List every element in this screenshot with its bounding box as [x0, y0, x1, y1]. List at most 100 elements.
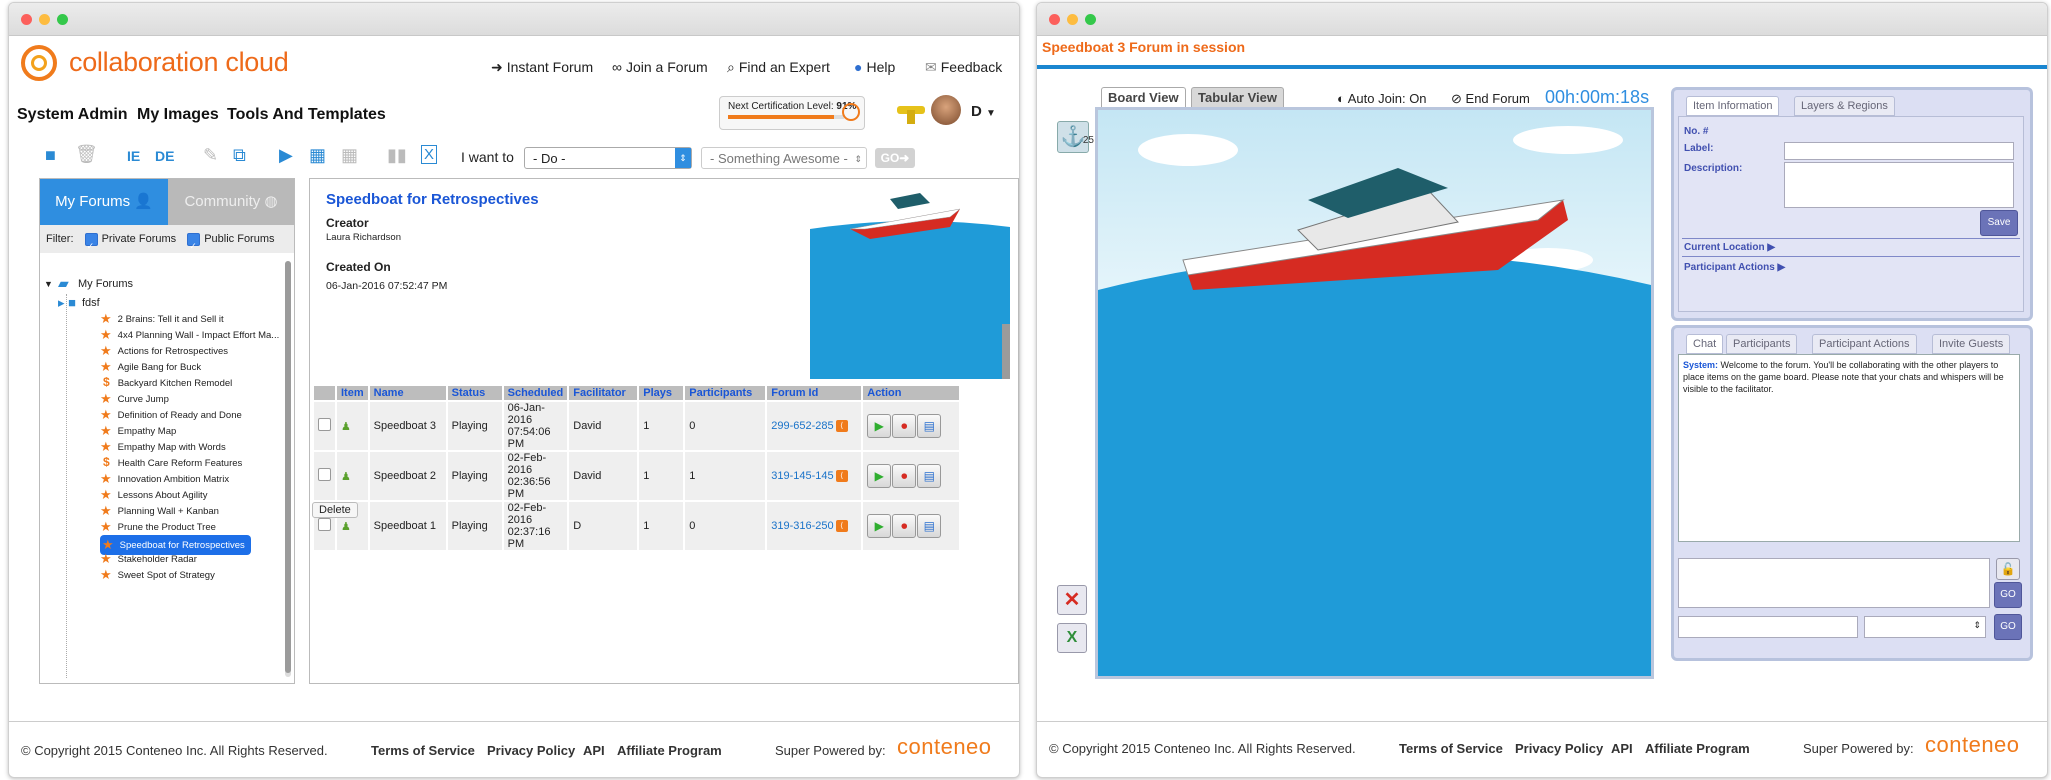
maximize-window-button[interactable]	[1085, 14, 1096, 25]
current-location-toggle[interactable]: Current Location ▶	[1684, 242, 1775, 253]
go-button[interactable]: GO➜	[875, 148, 915, 168]
avatar[interactable]	[931, 95, 961, 125]
tree-item[interactable]: ★ Actions for Retrospectives	[100, 343, 228, 359]
user-menu[interactable]: D ▼	[971, 103, 996, 120]
tree-item[interactable]: $ Health Care Reform Features	[100, 455, 242, 469]
tree-item[interactable]: $ Backyard Kitchen Remodel	[100, 375, 232, 389]
tree-item[interactable]: ★ Curve Jump	[100, 391, 169, 407]
schedule-icon[interactable]: ▦	[341, 145, 358, 166]
tree-item[interactable]: ★ Innovation Ambition Matrix	[100, 471, 229, 487]
play-button[interactable]: ▶	[867, 464, 892, 488]
footer-api-link[interactable]: API	[1611, 741, 1633, 756]
tab-item-information[interactable]: Item Information	[1686, 96, 1780, 116]
tree-item[interactable]: ★ Planning Wall + Kanban	[100, 503, 219, 519]
lock-icon[interactable]: 🔓	[1996, 558, 2020, 580]
stop-button[interactable]: ⏺	[892, 464, 917, 488]
do-select[interactable]: - Do - ⇕	[524, 147, 692, 169]
feedback-link[interactable]: ✉ Feedback	[925, 59, 1002, 76]
item-label-input[interactable]	[1784, 142, 2014, 160]
item-description-input[interactable]	[1784, 162, 2014, 208]
tree-item[interactable]: ★ Lessons About Agility	[100, 487, 207, 503]
export-button[interactable]: DE	[155, 148, 174, 164]
header-forum-id[interactable]: Forum Id	[767, 386, 862, 400]
maximize-window-button[interactable]	[57, 14, 68, 25]
header-participants[interactable]: Participants	[685, 386, 766, 400]
tree-item[interactable]: ★ Agile Bang for Buck	[100, 359, 201, 375]
share-icon[interactable]: ⟨	[835, 520, 848, 533]
private-forums-checkbox[interactable]	[84, 232, 98, 260]
tab-layers-regions[interactable]: Layers & Regions	[1794, 96, 1895, 116]
open-board-button[interactable]: ▤	[917, 464, 942, 488]
something-select[interactable]: - Something Awesome - ⇕	[701, 147, 867, 169]
tree-item[interactable]: ★ Sweet Spot of Strategy	[100, 567, 215, 583]
game-board[interactable]	[1095, 107, 1654, 679]
tree-item[interactable]: ▸ ■ fdsf	[58, 295, 100, 311]
tree-item[interactable]: ★ Empathy Map	[100, 423, 176, 439]
footer-api-link[interactable]: API	[583, 743, 605, 758]
delete-item-button[interactable]: ✕	[1057, 585, 1087, 615]
delete-button[interactable]: Delete	[312, 502, 358, 518]
header-status[interactable]: Status	[447, 386, 502, 400]
row-checkbox[interactable]	[314, 452, 335, 500]
tree-item[interactable]: ★ Stakeholder Radar	[100, 551, 197, 567]
footer-terms-link[interactable]: Terms of Service	[371, 743, 475, 758]
tree-item[interactable]: ★ Empathy Map with Words	[100, 439, 226, 455]
end-forum-button[interactable]: ⊘ End Forum	[1451, 91, 1530, 107]
trash-icon[interactable]: 🗑	[75, 144, 98, 165]
footer-privacy-link[interactable]: Privacy Policy	[1515, 741, 1603, 756]
play-icon[interactable]: ▶	[279, 145, 293, 166]
tree-item[interactable]: ★ 2 Brains: Tell it and Sell it	[100, 311, 224, 327]
header-facilitator[interactable]: Facilitator	[569, 386, 638, 400]
footer-affiliate-link[interactable]: Affiliate Program	[617, 743, 722, 758]
menu-my-images[interactable]: My Images	[137, 106, 219, 124]
tree-scrollbar[interactable]	[285, 261, 291, 677]
pencil-icon[interactable]: ✎	[203, 145, 218, 166]
close-window-button[interactable]	[21, 14, 32, 25]
stop-button[interactable]: ⏺	[892, 514, 917, 538]
footer-privacy-link[interactable]: Privacy Policy	[487, 743, 575, 758]
header-scheduled[interactable]: Scheduled	[503, 386, 568, 400]
tab-board-view[interactable]: Board View	[1101, 87, 1186, 108]
tree-item[interactable]: ★ Prune the Product Tree	[100, 519, 216, 535]
minimize-window-button[interactable]	[1067, 14, 1078, 25]
header-plays[interactable]: Plays	[639, 386, 684, 400]
calendar-icon[interactable]: ▦	[309, 145, 326, 166]
import-button[interactable]: IE	[127, 148, 140, 164]
footer-terms-link[interactable]: Terms of Service	[1399, 741, 1503, 756]
play-button[interactable]: ▶	[867, 514, 892, 538]
forum-id-link[interactable]: 299-652-285	[771, 420, 833, 432]
tree-item[interactable]: ★ 4x4 Planning Wall - Impact Effort Ma...	[100, 327, 279, 343]
folder-icon[interactable]: ■	[45, 145, 56, 166]
tab-my-forums[interactable]: My Forums 👤	[40, 179, 168, 225]
open-board-button[interactable]: ▤	[917, 414, 942, 438]
collapse-icon[interactable]: ▼	[44, 279, 53, 289]
footer-affiliate-link[interactable]: Affiliate Program	[1645, 741, 1750, 756]
share-icon[interactable]: ⟨	[835, 470, 848, 483]
tab-chat[interactable]: Chat	[1686, 334, 1724, 354]
auto-join-toggle[interactable]: ◐ Auto Join: On	[1337, 91, 1427, 106]
header-name[interactable]: Name	[369, 386, 446, 400]
report-icon[interactable]: ▮▮	[387, 145, 407, 166]
stop-button[interactable]: ⏺	[892, 414, 917, 438]
share-icon[interactable]: ⟨	[835, 420, 848, 433]
chat-send-button[interactable]: GO	[1994, 582, 2022, 608]
forum-id-link[interactable]: 319-316-250	[771, 520, 833, 532]
close-window-button[interactable]	[1049, 14, 1060, 25]
excel-icon[interactable]: X	[421, 145, 438, 164]
help-link[interactable]: ● Help	[854, 59, 895, 75]
save-button[interactable]: Save	[1980, 210, 2018, 236]
forum-id-link[interactable]: 319-145-145	[771, 470, 833, 482]
play-button[interactable]: ▶	[867, 414, 892, 438]
tab-tabular-view[interactable]: Tabular View	[1191, 87, 1284, 108]
header-item[interactable]: Item	[337, 386, 368, 400]
recipient-select[interactable]: ⇕	[1864, 616, 1986, 638]
open-board-button[interactable]: ▤	[917, 514, 942, 538]
copy-icon[interactable]: ⧉	[233, 145, 246, 166]
whisper-to-input[interactable]	[1678, 616, 1858, 638]
anchor-icon[interactable]: ⚓ 25	[1057, 121, 1094, 153]
minimize-window-button[interactable]	[39, 14, 50, 25]
excel-export-button[interactable]: X	[1057, 623, 1087, 653]
chat-message-input[interactable]	[1678, 558, 1990, 608]
join-forum-link[interactable]: ∞ Join a Forum	[612, 59, 708, 75]
instant-forum-link[interactable]: ➜ Instant Forum	[491, 59, 593, 76]
